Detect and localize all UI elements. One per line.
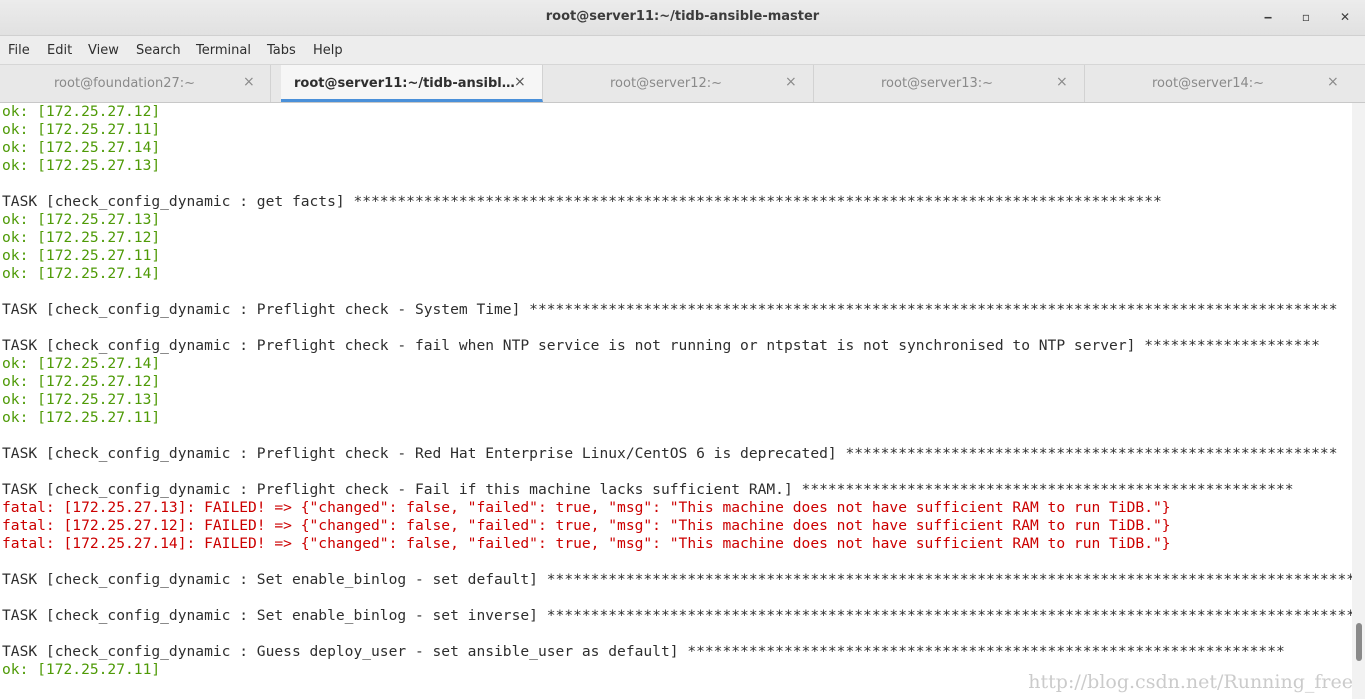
tab-label: root@foundation27:~ bbox=[54, 76, 196, 91]
ok-line: ok: [172.25.27.11] bbox=[2, 409, 161, 426]
tab-server13[interactable]: root@server13:~ × bbox=[814, 65, 1085, 102]
tab-label: root@server11:~/tidb-ansibl… bbox=[294, 76, 515, 91]
fatal-line: fatal: [172.25.27.12]: FAILED! => {"chan… bbox=[2, 517, 1171, 534]
task-line: TASK [check_config_dynamic : get facts] … bbox=[2, 193, 1162, 210]
tab-foundation27[interactable]: root@foundation27:~ × bbox=[0, 65, 271, 102]
menu-tabs[interactable]: Tabs bbox=[267, 43, 296, 58]
maximize-icon[interactable]: ▫ bbox=[1296, 8, 1316, 26]
tab-server12[interactable]: root@server12:~ × bbox=[543, 65, 814, 102]
menu-search[interactable]: Search bbox=[136, 43, 181, 58]
tab-close-icon[interactable]: × bbox=[1056, 74, 1068, 90]
ok-line: ok: [172.25.27.14] bbox=[2, 355, 161, 372]
window-title: root@server11:~/tidb-ansible-master bbox=[545, 9, 820, 24]
tab-close-icon[interactable]: × bbox=[514, 74, 526, 90]
ok-line: ok: [172.25.27.13] bbox=[2, 391, 161, 408]
menu-help[interactable]: Help bbox=[313, 43, 343, 58]
task-line: TASK [check_config_dynamic : Preflight c… bbox=[2, 337, 1320, 354]
ok-line: ok: [172.25.27.11] bbox=[2, 121, 161, 138]
fatal-line: fatal: [172.25.27.13]: FAILED! => {"chan… bbox=[2, 499, 1171, 516]
fatal-line: fatal: [172.25.27.14]: FAILED! => {"chan… bbox=[2, 535, 1171, 552]
tab-close-icon[interactable]: × bbox=[243, 74, 255, 90]
task-line: TASK [check_config_dynamic : Set enable_… bbox=[2, 607, 1352, 624]
ok-line: ok: [172.25.27.13] bbox=[2, 157, 161, 174]
close-icon[interactable]: ✕ bbox=[1335, 8, 1355, 26]
scrollbar-thumb[interactable] bbox=[1356, 623, 1362, 661]
tab-server11[interactable]: root@server11:~/tidb-ansibl… × bbox=[281, 65, 543, 102]
task-line: TASK [check_config_dynamic : Preflight c… bbox=[2, 445, 1338, 462]
menu-file[interactable]: File bbox=[8, 43, 30, 58]
tab-close-icon[interactable]: × bbox=[1327, 74, 1339, 90]
watermark-text: http://blog.csdn.net/Running_free bbox=[1028, 671, 1353, 693]
task-line: TASK [check_config_dynamic : Set enable_… bbox=[2, 571, 1352, 588]
tab-label: root@server12:~ bbox=[610, 76, 723, 91]
menu-terminal[interactable]: Terminal bbox=[196, 43, 251, 58]
ok-line: ok: [172.25.27.12] bbox=[2, 229, 161, 246]
window-titlebar[interactable]: root@server11:~/tidb-ansible-master ‒ ▫ … bbox=[0, 0, 1365, 36]
ok-line: ok: [172.25.27.14] bbox=[2, 265, 161, 282]
ok-line: ok: [172.25.27.13] bbox=[2, 211, 161, 228]
menu-view[interactable]: View bbox=[88, 43, 119, 58]
task-line: TASK [check_config_dynamic : Guess deplo… bbox=[2, 643, 1285, 660]
menu-bar: File Edit View Search Terminal Tabs Help bbox=[0, 36, 1365, 65]
terminal-output[interactable]: ok: [172.25.27.12] ok: [172.25.27.11] ok: … bbox=[0, 103, 1352, 699]
tab-label: root@server14:~ bbox=[1152, 76, 1265, 91]
tab-server14[interactable]: root@server14:~ × bbox=[1085, 65, 1356, 102]
vertical-scrollbar[interactable] bbox=[1352, 103, 1365, 699]
tab-close-icon[interactable]: × bbox=[785, 74, 797, 90]
tab-bar: root@foundation27:~ × root@server11:~/ti… bbox=[0, 65, 1365, 103]
ok-line: ok: [172.25.27.11] bbox=[2, 247, 161, 264]
ok-line: ok: [172.25.27.12] bbox=[2, 373, 161, 390]
ok-line: ok: [172.25.27.14] bbox=[2, 139, 161, 156]
ok-line: ok: [172.25.27.12] bbox=[2, 103, 161, 120]
minimize-icon[interactable]: ‒ bbox=[1258, 8, 1278, 26]
tab-label: root@server13:~ bbox=[881, 76, 994, 91]
task-line: TASK [check_config_dynamic : Preflight c… bbox=[2, 301, 1338, 318]
menu-edit[interactable]: Edit bbox=[47, 43, 72, 58]
task-line: TASK [check_config_dynamic : Preflight c… bbox=[2, 481, 1294, 498]
